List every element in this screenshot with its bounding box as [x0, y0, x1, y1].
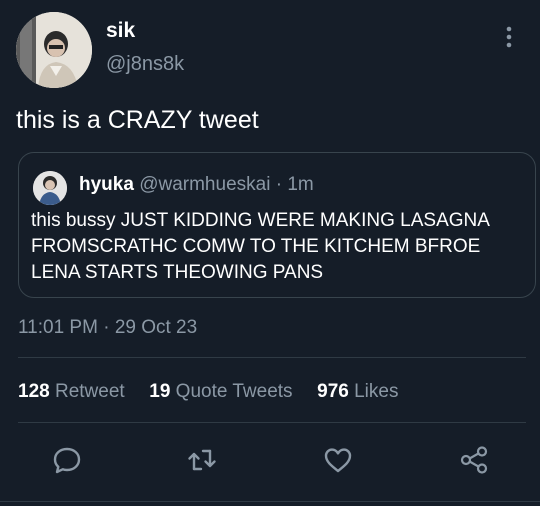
- author-display-name[interactable]: sik: [106, 18, 135, 44]
- quoted-author-avatar[interactable]: [33, 171, 67, 205]
- retweet-button[interactable]: [186, 444, 218, 476]
- quoted-tweet-header: hyuka @warmhueskai · 1m: [79, 173, 314, 197]
- reply-button[interactable]: [51, 444, 83, 476]
- tweet-date[interactable]: 29 Oct 23: [115, 317, 197, 338]
- divider-bottom: [18, 422, 526, 423]
- tweet-detail: sik @j8ns8k this is a CRAZY tweet hyuka …: [0, 0, 540, 506]
- quotes-label: Quote Tweets: [175, 381, 293, 402]
- quoted-avatar-photo: [33, 171, 67, 205]
- quotes-count: 19: [149, 381, 171, 402]
- quoted-handle[interactable]: @warmhueskai: [139, 174, 270, 195]
- tweet-text: this is a CRAZY tweet: [16, 106, 259, 134]
- retweets-stat[interactable]: 128 Retweet: [18, 381, 130, 402]
- speech-bubble-icon: [53, 447, 81, 474]
- retweets-label: Retweet: [54, 381, 125, 402]
- timestamp-separator: ·: [103, 317, 110, 338]
- likes-stat[interactable]: 976 Likes: [317, 381, 398, 402]
- share-button[interactable]: [458, 444, 490, 476]
- vertical-dots-icon: [506, 26, 512, 48]
- share-nodes-icon: [460, 446, 488, 474]
- likes-count: 976: [317, 381, 349, 402]
- retweets-count: 128: [18, 381, 50, 402]
- author-handle[interactable]: @j8ns8k: [106, 51, 184, 77]
- engagement-stats: 128 Retweet 19 Quote Tweets 976 Likes: [18, 380, 398, 404]
- quotes-stat[interactable]: 19 Quote Tweets: [149, 381, 298, 402]
- quoted-tweet-text: this bussy JUST KIDDING WERE MAKING LASA…: [31, 210, 489, 283]
- quoted-age: 1m: [287, 174, 314, 195]
- heart-icon: [324, 448, 352, 473]
- bottom-divider: [0, 501, 540, 502]
- divider-top: [18, 357, 526, 358]
- tweet-time[interactable]: 11:01 PM: [18, 317, 98, 338]
- quoted-display-name[interactable]: hyuka: [79, 174, 134, 195]
- likes-label: Likes: [354, 381, 399, 402]
- more-options-button[interactable]: [498, 22, 520, 52]
- tweet-timestamp: 11:01 PM · 29 Oct 23: [18, 316, 197, 340]
- quoted-tweet-card[interactable]: hyuka @warmhueskai · 1m this bussy JUST …: [18, 152, 536, 298]
- like-button[interactable]: [322, 444, 354, 476]
- retweet-arrows-icon: [188, 449, 216, 471]
- author-avatar[interactable]: [16, 12, 92, 88]
- avatar-photo: [16, 12, 92, 88]
- quoted-separator: ·: [275, 174, 283, 195]
